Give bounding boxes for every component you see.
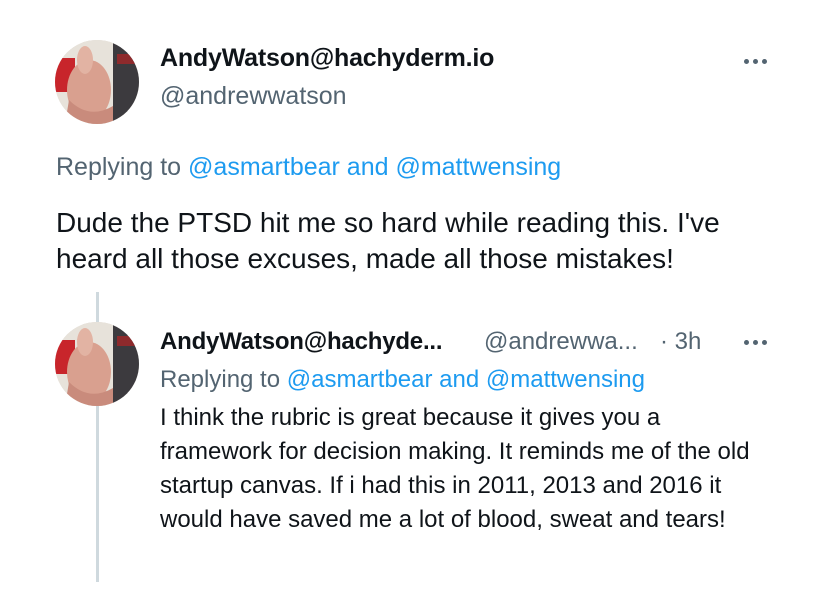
thumbs-up-photo-avatar-icon [55, 322, 139, 406]
tweet-timestamp[interactable]: · 3h [660, 328, 701, 356]
author-handle[interactable]: @andrewwatson [160, 82, 347, 111]
thumbs-up-photo-avatar-icon [55, 40, 139, 124]
replying-to-line: Replying to @asmartbear and @mattwensing [160, 366, 645, 394]
replying-to-label: Replying to [160, 366, 281, 393]
author-display-name[interactable]: AndyWatson@hachyde... [160, 328, 443, 356]
replying-to-label: Replying to [56, 153, 182, 181]
avatar[interactable] [55, 322, 139, 406]
more-options-icon[interactable] [744, 59, 767, 64]
author-handle[interactable]: @andrewwa... [484, 328, 638, 356]
more-options-icon[interactable] [744, 340, 767, 345]
tweet-text: Dude the PTSD hit me so hard while readi… [56, 207, 720, 274]
reply-mentions-link[interactable]: @asmartbear and @mattwensing [287, 366, 645, 393]
reply-mentions-link[interactable]: @asmartbear and @mattwensing [188, 153, 561, 181]
author-display-name[interactable]: AndyWatson@hachyderm.io [160, 44, 494, 73]
replying-to-line: Replying to @asmartbear and @mattwensing [56, 153, 561, 182]
avatar[interactable] [55, 40, 139, 124]
tweet-text: I think the rubric is great because it g… [160, 404, 750, 533]
